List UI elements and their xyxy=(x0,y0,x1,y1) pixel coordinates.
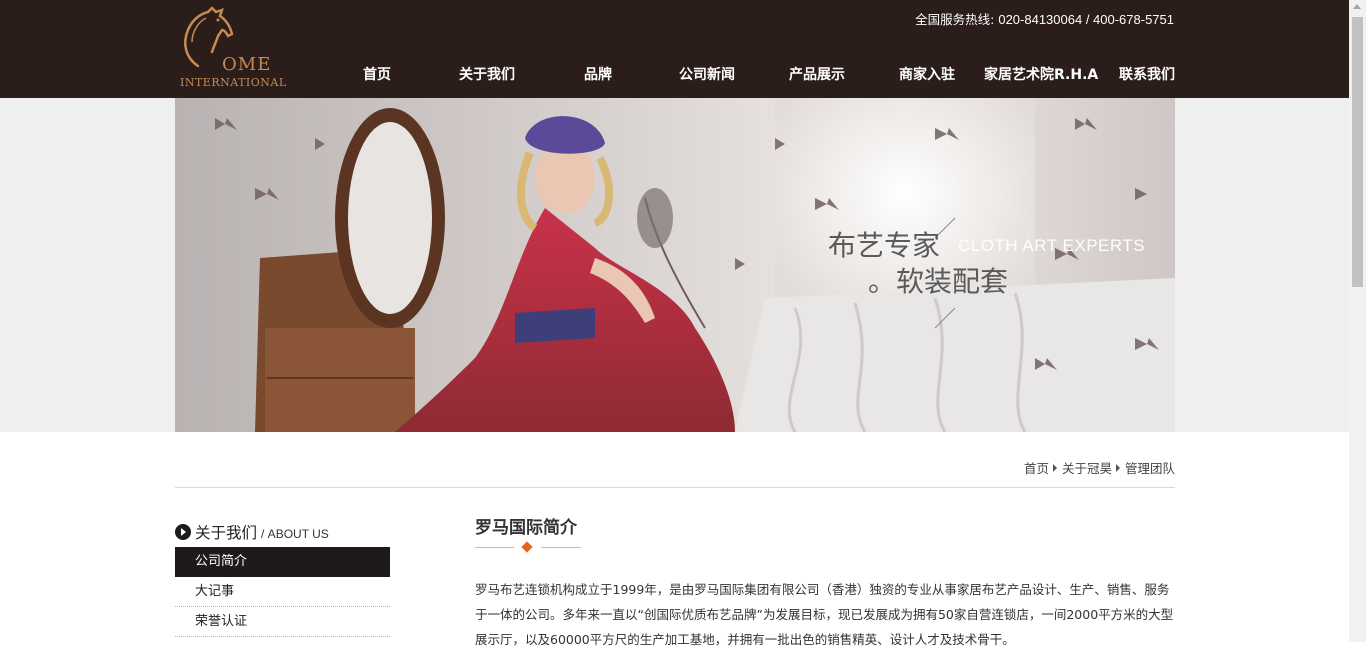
hotline-label: 全国服务热线: xyxy=(915,12,995,27)
banner-caption-cn-1: 布艺专家 xyxy=(828,229,941,262)
nav-home[interactable]: 首页 xyxy=(363,64,391,84)
logo-brand-sub: INTERNATIONAL xyxy=(180,76,287,89)
banner-caption-cn-2: 。软装配套 xyxy=(868,265,1009,298)
nav-art-institute[interactable]: 家居艺术院R.H.A xyxy=(984,64,1098,84)
nav-brand[interactable]: 品牌 xyxy=(584,64,612,84)
hotline-numbers: 020-84130064 / 400-678-5751 xyxy=(998,12,1174,27)
breadcrumb-about[interactable]: 关于冠昊 xyxy=(1062,461,1112,476)
divider xyxy=(175,487,1175,488)
scroll-up-arrow-icon[interactable] xyxy=(1353,4,1361,9)
breadcrumb-arrow-icon xyxy=(1115,464,1120,472)
sidebar-title-en: / ABOUT US xyxy=(261,527,329,541)
page-title: 罗马国际简介 xyxy=(475,518,577,538)
banner-caption-en: CLOTH ART EXPERTS xyxy=(958,236,1146,255)
sidebar-item-honors[interactable]: 荣誉认证 xyxy=(175,607,390,637)
nav-merchants[interactable]: 商家入驻 xyxy=(899,64,955,84)
site-logo[interactable]: OME INTERNATIONAL xyxy=(178,6,286,92)
hero-banner[interactable]: 布艺专家 CLOTH ART EXPERTS 。软装配套 xyxy=(175,98,1175,432)
sidebar-item-company-profile[interactable]: 公司简介 xyxy=(175,547,390,577)
logo-brand-main: OME xyxy=(222,54,272,75)
service-hotline: 全国服务热线: 020-84130064 / 400-678-5751 xyxy=(915,9,1174,28)
title-line-right xyxy=(541,547,581,548)
site-header: OME INTERNATIONAL 全国服务热线: 020-84130064 /… xyxy=(0,0,1349,98)
banner-photo xyxy=(175,98,1175,432)
vertical-scrollbar[interactable] xyxy=(1349,0,1366,642)
diamond-icon xyxy=(521,541,533,553)
sidebar-item-milestones[interactable]: 大记事 xyxy=(175,577,390,607)
breadcrumb-home[interactable]: 首页 xyxy=(1024,461,1049,476)
sidebar-title-cn: 关于我们 xyxy=(195,524,258,542)
title-line-left xyxy=(475,547,514,548)
nav-contact[interactable]: 联系我们 xyxy=(1119,64,1175,84)
title-decoration xyxy=(475,541,581,553)
nav-news[interactable]: 公司新闻 xyxy=(679,64,735,84)
main-nav: 首页 关于我们 品牌 公司新闻 产品展示 商家入驻 家居艺术院R.H.A 联系我… xyxy=(323,64,1183,86)
nav-products[interactable]: 产品展示 xyxy=(789,64,845,84)
breadcrumb: 首页 关于冠昊 管理团队 xyxy=(1024,458,1175,477)
sidebar-title: 关于我们 / ABOUT US xyxy=(175,521,329,543)
scrollbar-thumb[interactable] xyxy=(1352,17,1363,287)
breadcrumb-arrow-icon xyxy=(1052,464,1057,472)
circle-arrow-icon xyxy=(175,524,191,540)
nav-about[interactable]: 关于我们 xyxy=(459,64,515,84)
sidebar-menu: 公司简介 大记事 荣誉认证 xyxy=(175,547,390,637)
breadcrumb-current[interactable]: 管理团队 xyxy=(1125,461,1175,476)
intro-paragraph: 罗马布艺连锁机构成立于1999年，是由罗马国际集团有限公司（香港）独资的专业从事… xyxy=(475,582,1174,647)
